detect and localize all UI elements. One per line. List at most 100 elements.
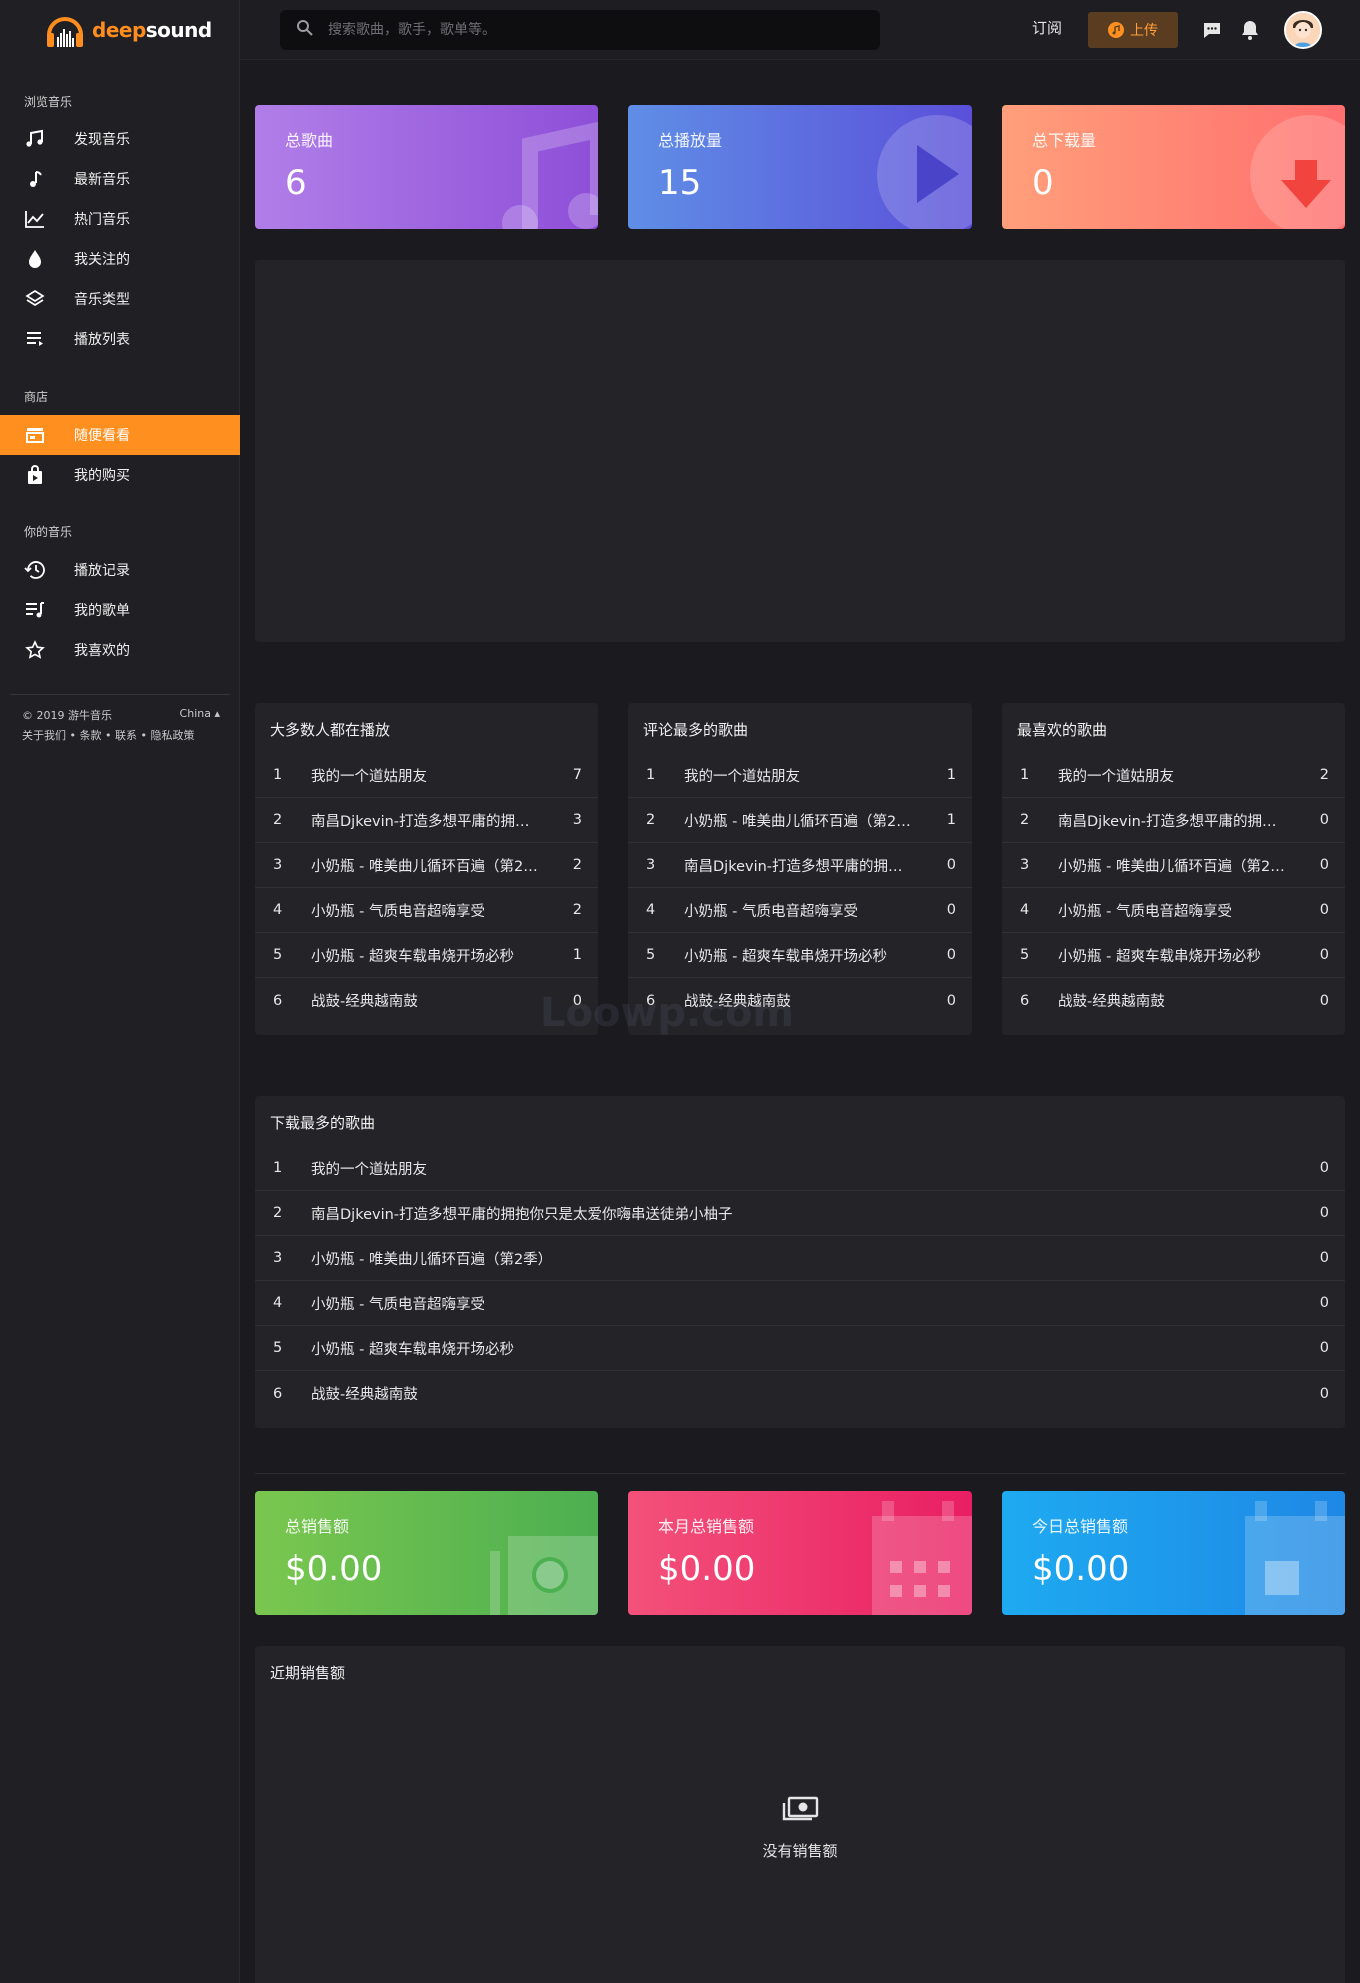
- table-row[interactable]: 6 战鼓-经典越南鼓 0: [1002, 978, 1345, 1023]
- sidebar-item-purchases[interactable]: 我的购买: [0, 455, 240, 495]
- subscribe-link[interactable]: 订阅: [1032, 17, 1062, 38]
- sidebar-item-following[interactable]: 我关注的: [0, 239, 240, 279]
- stat-card-total-plays: 总播放量 15: [628, 105, 972, 229]
- sidebar-item-discover[interactable]: 发现音乐: [0, 119, 240, 159]
- sales-value: $0.00: [285, 1549, 383, 1589]
- copyright-text: © 2019 游牛音乐: [22, 709, 112, 722]
- song-title-link[interactable]: 小奶瓶 - 气质电音超嗨享受: [311, 1293, 1305, 1314]
- section-divider: [255, 1473, 1345, 1474]
- notification-bell-icon[interactable]: [1238, 18, 1262, 42]
- table-row[interactable]: 5 小奶瓶 - 超爽车载串烧开场必秒 0: [255, 1326, 1345, 1371]
- table-row[interactable]: 6 战鼓-经典越南鼓 0: [255, 1371, 1345, 1416]
- song-title-link[interactable]: 战鼓-经典越南鼓: [1058, 990, 1305, 1011]
- song-title-link[interactable]: 南昌Djkevin-打造多想平庸的拥抱你只是太爱你嗨串送徒弟小柚子: [311, 1203, 1305, 1224]
- row-count: 0: [1319, 1340, 1329, 1356]
- song-title-link[interactable]: 南昌Djkevin-打造多想平庸的拥抱你只是太爱你嗨串送徒弟小柚子: [1058, 810, 1305, 831]
- table-row[interactable]: 3 小奶瓶 - 唯美曲儿循环百遍（第2季） 0: [255, 1236, 1345, 1281]
- table-row[interactable]: 4 小奶瓶 - 气质电音超嗨享受 0: [628, 888, 972, 933]
- footer-links[interactable]: 关于我们 • 条款 • 联系 • 隐私政策: [22, 727, 230, 745]
- row-rank: 5: [273, 947, 283, 963]
- table-row[interactable]: 4 小奶瓶 - 气质电音超嗨享受 0: [255, 1281, 1345, 1326]
- sidebar-item-genres[interactable]: 音乐类型: [0, 279, 240, 319]
- row-count: 1: [946, 767, 956, 783]
- search-box[interactable]: [280, 10, 880, 50]
- panel-title: 评论最多的歌曲: [643, 721, 749, 739]
- sales-card-today: 今日总销售额 $0.00: [1002, 1491, 1345, 1615]
- stat-label: 总播放量: [658, 131, 723, 150]
- sidebar-footer: © 2019 游牛音乐 China ▴ 关于我们 • 条款 • 联系 • 隐私政…: [10, 694, 230, 745]
- row-rank: 2: [1020, 812, 1030, 828]
- play-icon: [877, 115, 972, 229]
- table-row[interactable]: 2 南昌Djkevin-打造多想平庸的拥抱你只是太爱你嗨串送徒弟小柚子 0: [255, 1191, 1345, 1236]
- row-rank: 4: [646, 902, 656, 918]
- song-title-link[interactable]: 小奶瓶 - 超爽车载串烧开场必秒: [684, 945, 932, 966]
- music-note-icon: [24, 128, 46, 150]
- sidebar-item-label: 播放记录: [74, 563, 130, 579]
- song-title-link[interactable]: 小奶瓶 - 气质电音超嗨享受: [311, 900, 558, 921]
- table-row[interactable]: 4 小奶瓶 - 气质电音超嗨享受 0: [1002, 888, 1345, 933]
- song-title-link[interactable]: 小奶瓶 - 唯美曲儿循环百遍（第2季）: [311, 1248, 1305, 1269]
- brand-logo[interactable]: deepsound: [44, 8, 212, 52]
- nav-heading-your-music: 你的音乐: [24, 525, 73, 539]
- song-title-link[interactable]: 南昌Djkevin-打造多想平庸的拥抱你只是太爱你嗨串送徒弟小柚子: [311, 810, 558, 831]
- region-selector[interactable]: China ▴: [180, 707, 220, 725]
- row-rank: 3: [646, 857, 656, 873]
- table-row[interactable]: 3 南昌Djkevin-打造多想平庸的拥抱你只是太爱你嗨串送徒弟小柚子 0: [628, 843, 972, 888]
- sidebar-item-browse-store[interactable]: 随便看看: [0, 415, 240, 455]
- table-row[interactable]: 4 小奶瓶 - 气质电音超嗨享受 2: [255, 888, 598, 933]
- row-rank: 1: [646, 767, 656, 783]
- table-row[interactable]: 2 南昌Djkevin-打造多想平庸的拥抱你只是太爱你嗨串送徒弟小柚子 0: [1002, 798, 1345, 843]
- search-input[interactable]: [328, 22, 828, 38]
- row-rank: 5: [646, 947, 656, 963]
- sidebar-item-latest[interactable]: 最新音乐: [0, 159, 240, 199]
- sales-card-month: 本月总销售额 $0.00: [628, 1491, 972, 1615]
- my-playlist-icon: [24, 599, 46, 621]
- song-title-link[interactable]: 小奶瓶 - 气质电音超嗨享受: [684, 900, 932, 921]
- song-title-link[interactable]: 战鼓-经典越南鼓: [311, 1383, 1305, 1404]
- table-row[interactable]: 2 小奶瓶 - 唯美曲儿循环百遍（第2季） 1: [628, 798, 972, 843]
- song-title-link[interactable]: 小奶瓶 - 超爽车载串烧开场必秒: [311, 1338, 1305, 1359]
- song-title-link[interactable]: 战鼓-经典越南鼓: [311, 990, 558, 1011]
- single-note-icon: [24, 168, 46, 190]
- row-rank: 3: [273, 1250, 283, 1266]
- table-row[interactable]: 3 小奶瓶 - 唯美曲儿循环百遍（第2季） 2: [255, 843, 598, 888]
- sidebar-item-my-playlists[interactable]: 我的歌单: [0, 590, 240, 630]
- user-avatar[interactable]: [1284, 11, 1322, 49]
- table-row[interactable]: 1 我的一个道姑朋友 7: [255, 753, 598, 798]
- song-title-link[interactable]: 小奶瓶 - 气质电音超嗨享受: [1058, 900, 1305, 921]
- song-title-link[interactable]: 小奶瓶 - 超爽车载串烧开场必秒: [311, 945, 558, 966]
- table-row[interactable]: 5 小奶瓶 - 超爽车载串烧开场必秒 1: [255, 933, 598, 978]
- table-row[interactable]: 2 南昌Djkevin-打造多想平庸的拥抱你只是太爱你嗨串送徒弟小柚子 3: [255, 798, 598, 843]
- table-row[interactable]: 1 我的一个道姑朋友 0: [255, 1146, 1345, 1191]
- chat-icon[interactable]: [1200, 18, 1224, 42]
- song-title-link[interactable]: 南昌Djkevin-打造多想平庸的拥抱你只是太爱你嗨串送徒弟小柚子: [684, 855, 932, 876]
- table-row[interactable]: 3 小奶瓶 - 唯美曲儿循环百遍（第2季） 0: [1002, 843, 1345, 888]
- song-title-link[interactable]: 小奶瓶 - 唯美曲儿循环百遍（第2季）: [684, 810, 932, 831]
- sidebar-item-trending[interactable]: 热门音乐: [0, 199, 240, 239]
- table-row[interactable]: 1 我的一个道姑朋友 1: [628, 753, 972, 798]
- song-title-link[interactable]: 我的一个道姑朋友: [311, 765, 558, 786]
- row-rank: 3: [1020, 857, 1030, 873]
- song-title-link[interactable]: 小奶瓶 - 唯美曲儿循环百遍（第2季）: [311, 855, 558, 876]
- row-count: 0: [946, 947, 956, 963]
- table-row[interactable]: 1 我的一个道姑朋友 2: [1002, 753, 1345, 798]
- sidebar-item-favorites[interactable]: 我喜欢的: [0, 630, 240, 670]
- sidebar-item-label: 我关注的: [74, 252, 130, 268]
- song-title-link[interactable]: 我的一个道姑朋友: [684, 765, 932, 786]
- table-row[interactable]: 5 小奶瓶 - 超爽车载串烧开场必秒 0: [628, 933, 972, 978]
- sidebar-item-history[interactable]: 播放记录: [0, 550, 240, 590]
- sidebar-item-label: 发现音乐: [74, 132, 130, 148]
- upload-button[interactable]: 上传: [1088, 12, 1178, 48]
- history-icon: [24, 559, 46, 581]
- row-count: 0: [1319, 902, 1329, 918]
- row-count: 0: [1319, 1160, 1329, 1176]
- sidebar-item-playlists[interactable]: 播放列表: [0, 319, 240, 359]
- layers-icon: [24, 288, 46, 310]
- song-title-link[interactable]: 我的一个道姑朋友: [311, 1158, 1305, 1179]
- song-title-link[interactable]: 小奶瓶 - 超爽车载串烧开场必秒: [1058, 945, 1305, 966]
- playlist-icon: [24, 328, 46, 350]
- panel-title: 大多数人都在播放: [270, 721, 391, 739]
- song-title-link[interactable]: 小奶瓶 - 唯美曲儿循环百遍（第2季）: [1058, 855, 1305, 876]
- table-row[interactable]: 5 小奶瓶 - 超爽车载串烧开场必秒 0: [1002, 933, 1345, 978]
- song-title-link[interactable]: 我的一个道姑朋友: [1058, 765, 1305, 786]
